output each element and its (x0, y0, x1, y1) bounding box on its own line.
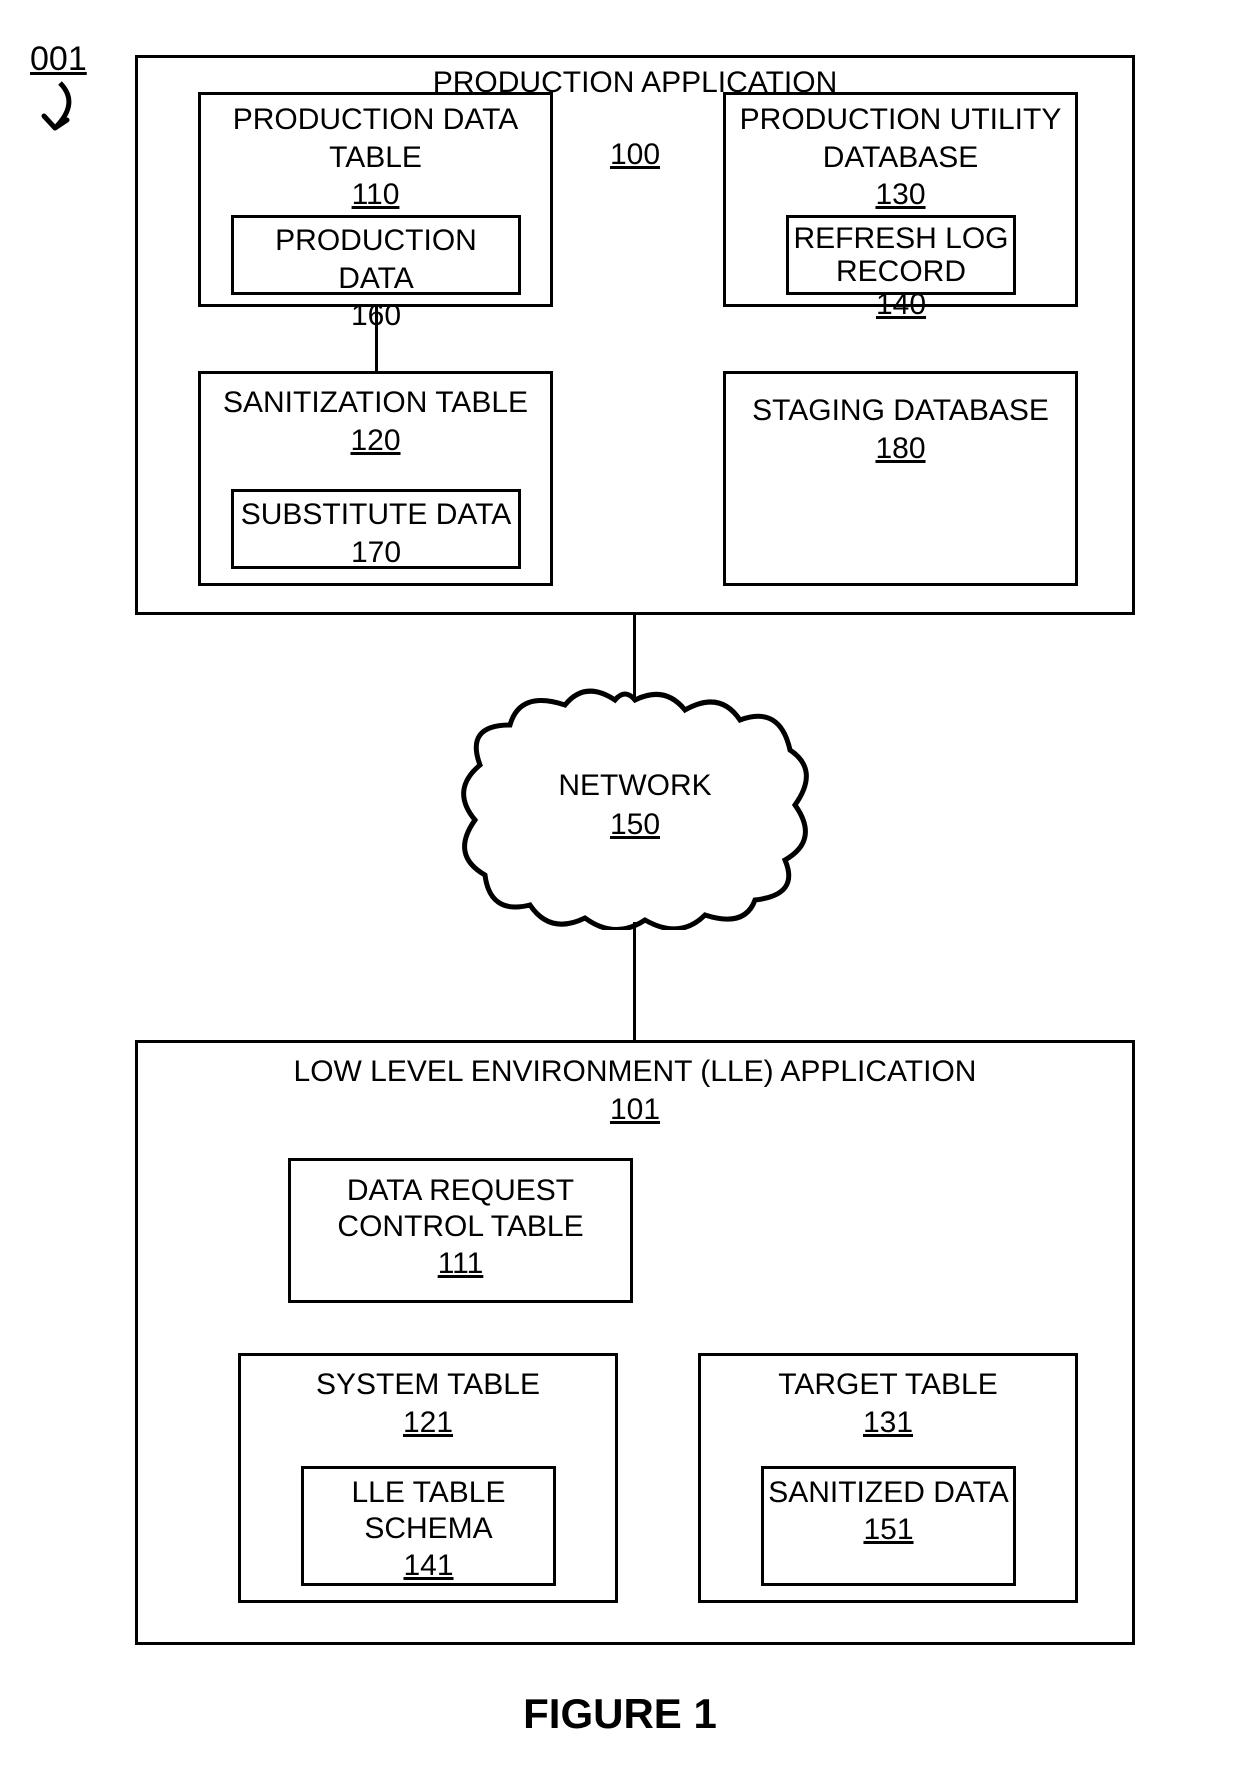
figure-reference: 001 (30, 40, 87, 79)
network-cloud: NETWORK 150 (455, 680, 815, 930)
production-data-table-ref: 110 (201, 176, 550, 214)
sanitization-table-box: SANITIZATION TABLE 120 SUBSTITUTE DATA 1… (198, 371, 553, 586)
lle-application-title: LOW LEVEL ENVIRONMENT (LLE) APPLICATION (138, 1053, 1132, 1091)
production-utility-db-title: PRODUCTION UTILITY DATABASE (726, 101, 1075, 176)
sanitized-data-ref: 151 (764, 1511, 1013, 1549)
lle-table-schema-title: LLE TABLE SCHEMA (304, 1475, 553, 1547)
refresh-log-record-ref: 140 (789, 286, 1013, 324)
lle-table-schema-ref: 141 (304, 1547, 553, 1585)
substitute-data-ref: 170 (234, 534, 518, 572)
system-table-ref: 121 (241, 1404, 615, 1442)
staging-database-title: STAGING DATABASE (726, 392, 1075, 430)
system-table-box: SYSTEM TABLE 121 LLE TABLE SCHEMA 141 (238, 1353, 618, 1603)
production-utility-db-ref: 130 (726, 176, 1075, 214)
lle-application-box: LOW LEVEL ENVIRONMENT (LLE) APPLICATION … (135, 1040, 1135, 1645)
data-request-control-table-ref: 111 (291, 1245, 630, 1283)
sanitized-data-box: SANITIZED DATA 151 (761, 1466, 1016, 1586)
arrow-icon (30, 78, 80, 153)
production-application-ref: 100 (610, 136, 660, 174)
sanitization-table-title: SANITIZATION TABLE (201, 384, 550, 422)
figure-caption: FIGURE 1 (523, 1690, 717, 1738)
connector-line (375, 307, 378, 371)
target-table-ref: 131 (701, 1404, 1075, 1442)
system-table-title: SYSTEM TABLE (241, 1366, 615, 1404)
production-data-title: PRODUCTION DATA (234, 222, 518, 297)
sanitized-data-title: SANITIZED DATA (764, 1475, 1013, 1511)
production-utility-db-box: PRODUCTION UTILITY DATABASE 130 REFRESH … (723, 92, 1078, 307)
sanitization-table-ref: 120 (201, 422, 550, 460)
target-table-box: TARGET TABLE 131 SANITIZED DATA 151 (698, 1353, 1078, 1603)
substitute-data-box: SUBSTITUTE DATA 170 (231, 489, 521, 569)
lle-table-schema-box: LLE TABLE SCHEMA 141 (301, 1466, 556, 1586)
refresh-log-record-box: REFRESH LOG RECORD 140 (786, 215, 1016, 295)
staging-database-box: STAGING DATABASE 180 (723, 371, 1078, 586)
production-data-table-box: PRODUCTION DATA TABLE 110 PRODUCTION DAT… (198, 92, 553, 307)
target-table-title: TARGET TABLE (701, 1366, 1075, 1404)
substitute-data-title: SUBSTITUTE DATA (234, 496, 518, 534)
production-data-box: PRODUCTION DATA 160 (231, 215, 521, 295)
lle-application-ref: 101 (138, 1091, 1132, 1129)
data-request-control-table-box: DATA REQUEST CONTROL TABLE 111 (288, 1158, 633, 1303)
production-data-table-title: PRODUCTION DATA TABLE (201, 101, 550, 176)
connector-line (633, 922, 636, 1040)
refresh-log-record-title: REFRESH LOG RECORD (789, 222, 1013, 288)
data-request-control-table-title: DATA REQUEST CONTROL TABLE (291, 1173, 630, 1245)
network-label: NETWORK 150 (558, 766, 711, 844)
staging-database-ref: 180 (726, 430, 1075, 468)
production-application-box: PRODUCTION APPLICATION 100 PRODUCTION DA… (135, 55, 1135, 615)
